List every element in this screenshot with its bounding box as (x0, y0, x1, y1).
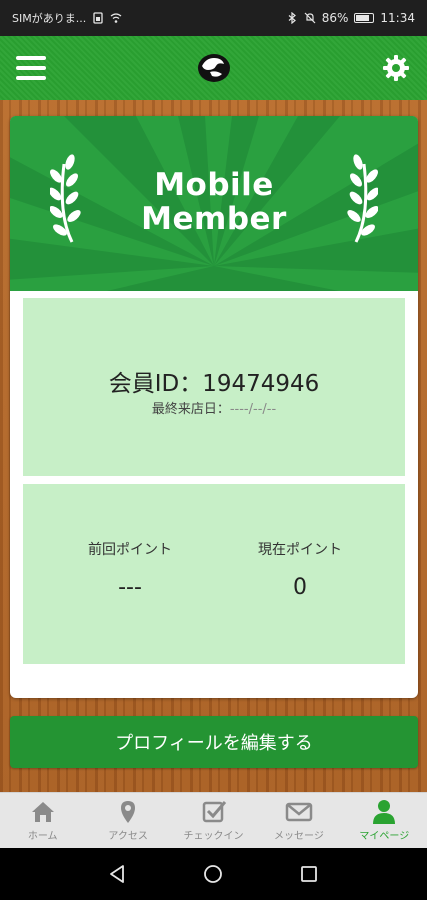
sim-icon (93, 12, 103, 24)
current-points-value: 0 (293, 575, 307, 600)
member-id-panel: 会員ID：19474946 最終来店日：----/--/-- (23, 298, 405, 476)
checkbox-icon (202, 801, 226, 823)
member-id: 会員ID：19474946 (108, 371, 320, 397)
previous-points-value: --- (118, 575, 142, 600)
status-bar: SIMがありま... 86% 11:34 (0, 0, 427, 36)
map-pin-icon (121, 801, 136, 823)
last-visit-value: ----/--/-- (229, 402, 277, 417)
home-circle-icon[interactable] (201, 862, 225, 886)
laurel-right-icon (347, 154, 378, 243)
brand-logo-icon (197, 54, 230, 82)
mail-icon (285, 802, 313, 822)
nav-home-label: ホーム (27, 831, 58, 842)
clock: 11:34 (380, 11, 415, 25)
member-hero-banner: Mobile Member (10, 116, 418, 291)
nav-access[interactable]: アクセス (85, 793, 170, 848)
points-panel: 前回ポイント --- 現在ポイント 0 (23, 484, 405, 664)
battery-percent: 86% (321, 11, 349, 25)
android-nav-bar (0, 848, 427, 900)
user-icon (373, 800, 396, 824)
status-left: SIMがありま... (12, 10, 122, 26)
hamburger-menu-icon[interactable] (16, 56, 46, 80)
bluetooth-icon (288, 12, 296, 24)
status-right: 86% 11:34 (286, 11, 415, 25)
last-visit-date: 最終来店日：----/--/-- (23, 398, 405, 417)
carrier-text: SIMがありま... (12, 12, 87, 25)
nav-checkin-label: チェックイン (183, 831, 244, 842)
bottom-nav: ホーム アクセス チェックイン メッセージ マイページ (0, 792, 427, 848)
gear-icon[interactable] (381, 53, 411, 83)
nav-mypage-label: マイページ (359, 831, 410, 842)
nav-message-label: メッセージ (274, 831, 324, 842)
home-icon (31, 802, 54, 822)
previous-points-label: 前回ポイント (88, 542, 172, 558)
mute-bell-icon (304, 12, 316, 24)
nav-access-label: アクセス (108, 831, 148, 842)
nav-message[interactable]: メッセージ (256, 793, 341, 848)
nav-checkin[interactable]: チェックイン (171, 793, 256, 848)
last-visit-label: 最終来店日： (151, 402, 230, 417)
back-icon[interactable] (106, 862, 130, 886)
previous-points: 前回ポイント --- (50, 539, 210, 600)
battery-icon (354, 13, 375, 23)
current-points: 現在ポイント 0 (220, 539, 380, 600)
recents-icon[interactable] (297, 862, 321, 886)
current-points-label: 現在ポイント (258, 542, 342, 558)
member-card: Mobile Member 会員ID：19474946 最終来店日：----/-… (10, 116, 418, 698)
nav-mypage[interactable]: マイページ (342, 793, 427, 848)
wifi-icon (110, 13, 122, 23)
nav-home[interactable]: ホーム (0, 793, 85, 848)
edit-profile-button[interactable]: プロフィールを編集する (10, 716, 418, 768)
app-header (0, 36, 427, 100)
